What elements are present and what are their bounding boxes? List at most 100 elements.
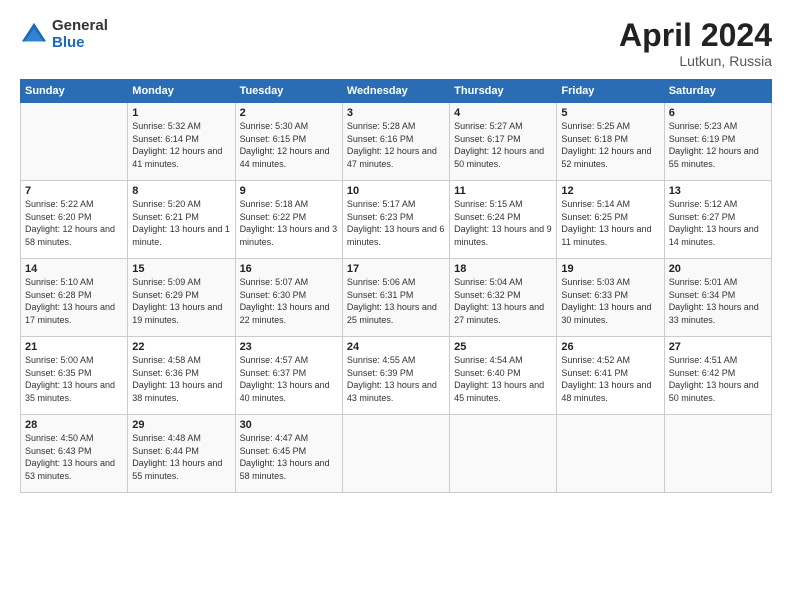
- day-number: 10: [347, 185, 445, 197]
- calendar-cell: 8Sunrise: 5:20 AMSunset: 6:21 PMDaylight…: [128, 181, 235, 259]
- day-info: Sunrise: 5:06 AMSunset: 6:31 PMDaylight:…: [347, 276, 445, 326]
- day-info: Sunrise: 5:23 AMSunset: 6:19 PMDaylight:…: [669, 120, 767, 170]
- calendar-week-1: 1Sunrise: 5:32 AMSunset: 6:14 PMDaylight…: [21, 103, 772, 181]
- day-number: 7: [25, 185, 123, 197]
- col-friday: Friday: [557, 80, 664, 103]
- day-number: 17: [347, 263, 445, 275]
- day-info: Sunrise: 4:54 AMSunset: 6:40 PMDaylight:…: [454, 354, 552, 404]
- day-info: Sunrise: 4:51 AMSunset: 6:42 PMDaylight:…: [669, 354, 767, 404]
- day-info: Sunrise: 5:10 AMSunset: 6:28 PMDaylight:…: [25, 276, 123, 326]
- logo-text: General Blue: [52, 18, 108, 51]
- calendar-cell: 27Sunrise: 4:51 AMSunset: 6:42 PMDayligh…: [664, 337, 771, 415]
- calendar-cell: 18Sunrise: 5:04 AMSunset: 6:32 PMDayligh…: [450, 259, 557, 337]
- calendar-cell: 14Sunrise: 5:10 AMSunset: 6:28 PMDayligh…: [21, 259, 128, 337]
- col-saturday: Saturday: [664, 80, 771, 103]
- day-info: Sunrise: 5:18 AMSunset: 6:22 PMDaylight:…: [240, 198, 338, 248]
- calendar-cell: [450, 415, 557, 493]
- day-number: 12: [561, 185, 659, 197]
- logo-general-text: General: [52, 18, 108, 35]
- calendar-cell: 17Sunrise: 5:06 AMSunset: 6:31 PMDayligh…: [342, 259, 449, 337]
- calendar-cell: 4Sunrise: 5:27 AMSunset: 6:17 PMDaylight…: [450, 103, 557, 181]
- calendar-cell: 12Sunrise: 5:14 AMSunset: 6:25 PMDayligh…: [557, 181, 664, 259]
- location: Lutkun, Russia: [619, 53, 772, 69]
- day-number: 4: [454, 107, 552, 119]
- col-monday: Monday: [128, 80, 235, 103]
- calendar-cell: 25Sunrise: 4:54 AMSunset: 6:40 PMDayligh…: [450, 337, 557, 415]
- header-row: Sunday Monday Tuesday Wednesday Thursday…: [21, 80, 772, 103]
- calendar-week-2: 7Sunrise: 5:22 AMSunset: 6:20 PMDaylight…: [21, 181, 772, 259]
- calendar-week-5: 28Sunrise: 4:50 AMSunset: 6:43 PMDayligh…: [21, 415, 772, 493]
- day-info: Sunrise: 4:52 AMSunset: 6:41 PMDaylight:…: [561, 354, 659, 404]
- page: General Blue April 2024 Lutkun, Russia S…: [0, 0, 792, 612]
- day-number: 16: [240, 263, 338, 275]
- calendar-cell: [664, 415, 771, 493]
- day-info: Sunrise: 4:58 AMSunset: 6:36 PMDaylight:…: [132, 354, 230, 404]
- day-number: 9: [240, 185, 338, 197]
- header: General Blue April 2024 Lutkun, Russia: [20, 18, 772, 69]
- day-info: Sunrise: 5:30 AMSunset: 6:15 PMDaylight:…: [240, 120, 338, 170]
- day-info: Sunrise: 5:07 AMSunset: 6:30 PMDaylight:…: [240, 276, 338, 326]
- calendar-cell: 13Sunrise: 5:12 AMSunset: 6:27 PMDayligh…: [664, 181, 771, 259]
- title-block: April 2024 Lutkun, Russia: [619, 18, 772, 69]
- calendar-cell: 28Sunrise: 4:50 AMSunset: 6:43 PMDayligh…: [21, 415, 128, 493]
- day-number: 20: [669, 263, 767, 275]
- day-info: Sunrise: 5:09 AMSunset: 6:29 PMDaylight:…: [132, 276, 230, 326]
- day-info: Sunrise: 5:22 AMSunset: 6:20 PMDaylight:…: [25, 198, 123, 248]
- day-info: Sunrise: 5:01 AMSunset: 6:34 PMDaylight:…: [669, 276, 767, 326]
- calendar-cell: 1Sunrise: 5:32 AMSunset: 6:14 PMDaylight…: [128, 103, 235, 181]
- day-number: 3: [347, 107, 445, 119]
- calendar-cell: 21Sunrise: 5:00 AMSunset: 6:35 PMDayligh…: [21, 337, 128, 415]
- day-info: Sunrise: 5:20 AMSunset: 6:21 PMDaylight:…: [132, 198, 230, 248]
- calendar-cell: 24Sunrise: 4:55 AMSunset: 6:39 PMDayligh…: [342, 337, 449, 415]
- calendar-cell: [21, 103, 128, 181]
- day-info: Sunrise: 5:25 AMSunset: 6:18 PMDaylight:…: [561, 120, 659, 170]
- calendar-cell: 15Sunrise: 5:09 AMSunset: 6:29 PMDayligh…: [128, 259, 235, 337]
- day-number: 1: [132, 107, 230, 119]
- day-number: 24: [347, 341, 445, 353]
- calendar-week-4: 21Sunrise: 5:00 AMSunset: 6:35 PMDayligh…: [21, 337, 772, 415]
- calendar-table: Sunday Monday Tuesday Wednesday Thursday…: [20, 79, 772, 493]
- calendar-cell: 20Sunrise: 5:01 AMSunset: 6:34 PMDayligh…: [664, 259, 771, 337]
- day-number: 25: [454, 341, 552, 353]
- day-number: 27: [669, 341, 767, 353]
- day-info: Sunrise: 5:12 AMSunset: 6:27 PMDaylight:…: [669, 198, 767, 248]
- calendar-cell: 7Sunrise: 5:22 AMSunset: 6:20 PMDaylight…: [21, 181, 128, 259]
- day-info: Sunrise: 5:15 AMSunset: 6:24 PMDaylight:…: [454, 198, 552, 248]
- day-info: Sunrise: 5:03 AMSunset: 6:33 PMDaylight:…: [561, 276, 659, 326]
- calendar-cell: 29Sunrise: 4:48 AMSunset: 6:44 PMDayligh…: [128, 415, 235, 493]
- day-info: Sunrise: 5:17 AMSunset: 6:23 PMDaylight:…: [347, 198, 445, 248]
- col-wednesday: Wednesday: [342, 80, 449, 103]
- calendar-cell: [342, 415, 449, 493]
- calendar-cell: 9Sunrise: 5:18 AMSunset: 6:22 PMDaylight…: [235, 181, 342, 259]
- calendar-cell: 2Sunrise: 5:30 AMSunset: 6:15 PMDaylight…: [235, 103, 342, 181]
- day-info: Sunrise: 5:00 AMSunset: 6:35 PMDaylight:…: [25, 354, 123, 404]
- day-info: Sunrise: 4:47 AMSunset: 6:45 PMDaylight:…: [240, 432, 338, 482]
- day-number: 8: [132, 185, 230, 197]
- day-number: 28: [25, 419, 123, 431]
- calendar-cell: 3Sunrise: 5:28 AMSunset: 6:16 PMDaylight…: [342, 103, 449, 181]
- day-info: Sunrise: 5:28 AMSunset: 6:16 PMDaylight:…: [347, 120, 445, 170]
- calendar-cell: 23Sunrise: 4:57 AMSunset: 6:37 PMDayligh…: [235, 337, 342, 415]
- calendar-cell: 6Sunrise: 5:23 AMSunset: 6:19 PMDaylight…: [664, 103, 771, 181]
- day-number: 15: [132, 263, 230, 275]
- calendar-cell: 5Sunrise: 5:25 AMSunset: 6:18 PMDaylight…: [557, 103, 664, 181]
- logo-icon: [20, 21, 48, 49]
- col-thursday: Thursday: [450, 80, 557, 103]
- calendar-cell: 26Sunrise: 4:52 AMSunset: 6:41 PMDayligh…: [557, 337, 664, 415]
- day-number: 5: [561, 107, 659, 119]
- day-number: 11: [454, 185, 552, 197]
- month-title: April 2024: [619, 18, 772, 53]
- day-number: 19: [561, 263, 659, 275]
- col-tuesday: Tuesday: [235, 80, 342, 103]
- day-number: 23: [240, 341, 338, 353]
- day-info: Sunrise: 4:50 AMSunset: 6:43 PMDaylight:…: [25, 432, 123, 482]
- day-info: Sunrise: 4:48 AMSunset: 6:44 PMDaylight:…: [132, 432, 230, 482]
- day-info: Sunrise: 5:14 AMSunset: 6:25 PMDaylight:…: [561, 198, 659, 248]
- calendar-cell: 30Sunrise: 4:47 AMSunset: 6:45 PMDayligh…: [235, 415, 342, 493]
- day-info: Sunrise: 5:32 AMSunset: 6:14 PMDaylight:…: [132, 120, 230, 170]
- day-number: 14: [25, 263, 123, 275]
- logo-blue-text: Blue: [52, 35, 108, 52]
- day-number: 29: [132, 419, 230, 431]
- calendar-cell: 19Sunrise: 5:03 AMSunset: 6:33 PMDayligh…: [557, 259, 664, 337]
- day-number: 30: [240, 419, 338, 431]
